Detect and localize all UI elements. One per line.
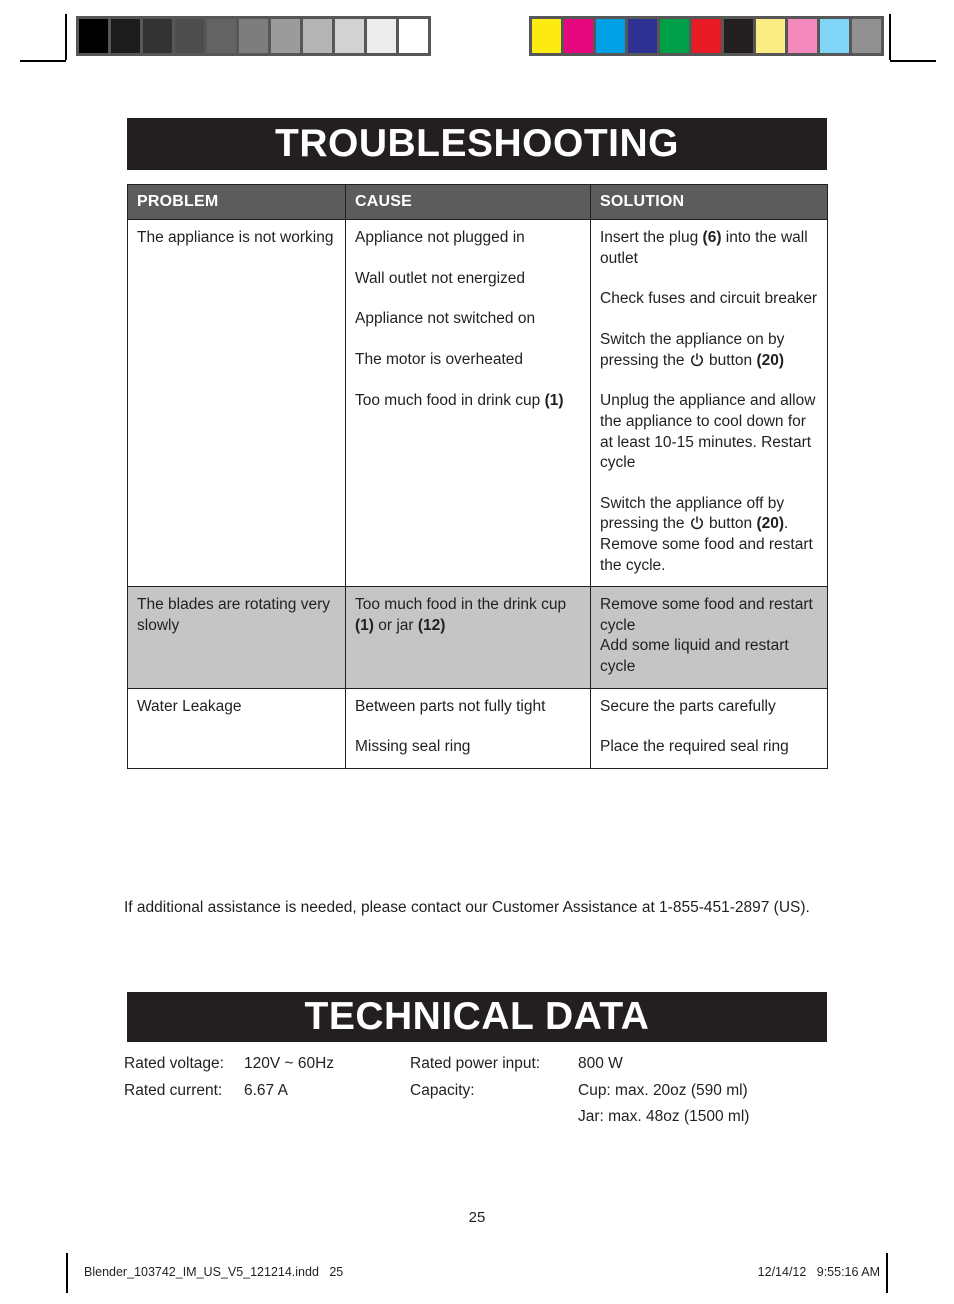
color-patch-8 (788, 19, 817, 53)
export-timestamp: 12/14/12 9:55:16 AM (757, 1265, 880, 1279)
rated-power-label: Rated power input: (410, 1055, 541, 1072)
cause-item: Wall outlet not energized (355, 269, 526, 287)
color-patch-10 (852, 19, 881, 53)
column-header-problem: PROBLEM (127, 183, 346, 221)
gray-patch-0 (79, 19, 108, 53)
gray-patch-3 (175, 19, 204, 53)
solution-item: Unplug the appliance and allow the appli… (600, 392, 816, 472)
table-header-row: PROBLEM CAUSE SOLUTION (127, 183, 828, 221)
table-row: Water Leakage Between parts not fully tig… (127, 687, 828, 769)
cell-problem: Water Leakage (127, 687, 346, 769)
capacity-values: Cup: max. 20oz (590 ml) Jar: max. 48oz (… (578, 1081, 830, 1125)
problem-text: The blades are rotating very slowly (137, 596, 330, 634)
crop-mark-top-right-horizontal (890, 60, 936, 62)
color-patch-7 (756, 19, 785, 53)
color-patch-6 (724, 19, 753, 53)
crop-mark-bottom-left-vertical (66, 1253, 68, 1293)
color-patch-5 (692, 19, 721, 53)
gray-patch-10 (399, 19, 428, 53)
rated-voltage-value: 120V ~ 60Hz (244, 1055, 335, 1072)
grayscale-patch-bar (76, 16, 431, 56)
problem-text: The appliance is not working (137, 229, 334, 247)
solution-item: Check fuses and circuit breaker (600, 290, 818, 308)
gray-patch-6 (271, 19, 300, 53)
color-patch-3 (628, 19, 657, 53)
part-reference: (20) (756, 351, 785, 369)
cell-solution: Secure the parts carefully Place the requ… (590, 687, 828, 769)
gray-patch-9 (367, 19, 396, 53)
rated-power-value: 800 W (578, 1055, 623, 1072)
gray-patch-8 (335, 19, 364, 53)
table-body: The appliance is not working Appliance no… (127, 219, 828, 769)
solution-item: Secure the parts carefully (600, 697, 776, 715)
column-header-solution: SOLUTION (590, 183, 828, 221)
customer-assistance-note: If additional assistance is needed, plea… (124, 899, 810, 916)
troubleshooting-table: PROBLEM CAUSE SOLUTION The appliance is … (127, 183, 828, 769)
crop-mark-top-right-vertical (889, 14, 891, 60)
cause-item: Too much food in drink cup (1) (355, 391, 564, 409)
color-patch-4 (660, 19, 689, 53)
part-reference: (1) (544, 391, 564, 409)
cause-item: Too much food in the drink cup (1) or ja… (355, 596, 567, 634)
part-reference: (1) (355, 616, 374, 634)
gray-patch-2 (143, 19, 172, 53)
column-header-cause: CAUSE (345, 183, 591, 221)
technical-data-specs: Rated voltage: 120V ~ 60Hz Rated power i… (124, 1056, 830, 1136)
power-button-icon (690, 516, 704, 530)
printer-calibration-strip (0, 0, 954, 72)
solution-item: Switch the appliance on by pressing the … (600, 331, 785, 369)
table-row: The appliance is not working Appliance no… (127, 219, 828, 588)
spec-row-current-capacity: Rated current: 6.67 A Capacity: Cup: max… (124, 1081, 830, 1125)
table-row: The blades are rotating very slowly Too m… (127, 586, 828, 689)
technical-data-section-heading: TECHNICAL DATA (127, 992, 827, 1042)
print-production-footer: Blender_103742_IM_US_V5_121214.indd 25 1… (0, 1253, 954, 1297)
part-reference: (12) (417, 616, 446, 634)
crop-mark-top-left-horizontal (20, 60, 66, 62)
rated-current-value: 6.67 A (244, 1081, 288, 1099)
gray-patch-7 (303, 19, 332, 53)
color-patch-9 (820, 19, 849, 53)
crop-mark-top-left-vertical (65, 14, 67, 60)
troubleshooting-section-heading: TROUBLESHOOTING (127, 118, 827, 170)
solution-item: Add some liquid and restart cycle (600, 637, 789, 676)
part-reference: (20) (756, 515, 785, 533)
source-filename: Blender_103742_IM_US_V5_121214.indd 25 (84, 1265, 344, 1279)
rated-current-label: Rated current: (124, 1081, 223, 1099)
color-patch-0 (532, 19, 561, 53)
power-button-icon (690, 352, 704, 367)
problem-text: Water Leakage (137, 697, 242, 715)
color-patch-1 (564, 19, 593, 53)
cell-solution: Remove some food and restart cycle Add so… (590, 586, 828, 689)
cell-cause: Between parts not fully tight Missing sea… (345, 687, 591, 769)
capacity-jar-value: Jar: max. 48oz (1500 ml) (578, 1108, 750, 1125)
solution-item: Insert the plug (6) into the wall outlet (600, 229, 808, 267)
solution-item: Place the required seal ring (600, 738, 789, 756)
color-patch-2 (596, 19, 625, 53)
solution-item: Switch the appliance off by pressing the… (600, 494, 813, 574)
cause-item: The motor is overheated (355, 351, 524, 369)
cell-solution: Insert the plug (6) into the wall outlet… (590, 219, 828, 588)
cause-item: Appliance not switched on (355, 310, 536, 328)
spec-row-voltage-power: Rated voltage: 120V ~ 60Hz Rated power i… (124, 1056, 830, 1072)
capacity-label: Capacity: (410, 1081, 475, 1099)
cause-item: Missing seal ring (355, 738, 471, 756)
cause-item: Appliance not plugged in (355, 229, 525, 247)
crop-mark-bottom-right-vertical (886, 1253, 888, 1293)
solution-item: Remove some food and restart cycle (600, 596, 813, 634)
color-patch-bar (529, 16, 884, 56)
cell-problem: The blades are rotating very slowly (127, 586, 346, 689)
gray-patch-4 (207, 19, 236, 53)
cause-item: Between parts not fully tight (355, 697, 546, 715)
page-number: 25 (468, 1209, 486, 1226)
gray-patch-5 (239, 19, 268, 53)
cell-problem: The appliance is not working (127, 219, 346, 588)
part-reference: (6) (702, 229, 722, 247)
cell-cause: Too much food in the drink cup (1) or ja… (345, 586, 591, 689)
cell-cause: Appliance not plugged in Wall outlet not … (345, 219, 591, 588)
capacity-cup-value: Cup: max. 20oz (590 ml) (578, 1081, 748, 1099)
rated-voltage-label: Rated voltage: (124, 1055, 224, 1072)
gray-patch-1 (111, 19, 140, 53)
